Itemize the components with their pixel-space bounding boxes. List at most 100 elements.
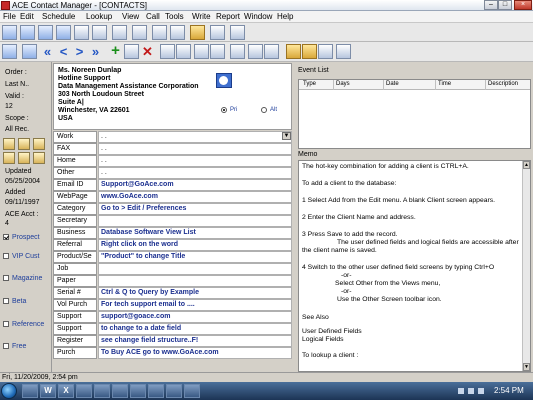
person-icon[interactable] [18, 152, 30, 164]
field-label[interactable]: Other [53, 167, 97, 179]
tag-icon[interactable] [33, 138, 45, 150]
column-days[interactable]: Days [333, 80, 383, 90]
sort-icon[interactable] [210, 44, 225, 59]
maximize-button[interactable]: □ [498, 0, 512, 10]
field-label[interactable]: Job [53, 263, 97, 275]
field-label[interactable]: Secretary [53, 215, 97, 227]
save-icon[interactable] [2, 44, 17, 59]
field-label[interactable]: Business [53, 227, 97, 239]
next-record-icon[interactable]: > [72, 44, 87, 59]
edit-icon[interactable] [74, 25, 89, 40]
field-label[interactable]: Support [53, 323, 97, 335]
note-icon[interactable] [336, 44, 351, 59]
field-value[interactable]: to change to a date field [98, 323, 292, 335]
menu-tools[interactable]: Tools [165, 12, 184, 22]
field-label[interactable]: Purch [53, 347, 97, 359]
alt-address-radio[interactable] [261, 107, 267, 113]
field-label[interactable]: Product/Se [53, 251, 97, 263]
field-label[interactable]: Paper [53, 275, 97, 287]
field-label[interactable]: FAX [53, 143, 97, 155]
user-icon[interactable] [210, 25, 225, 40]
field-value[interactable]: "Product" to change Title [98, 251, 292, 263]
menu-edit[interactable]: Edit [20, 12, 34, 22]
beta-checkbox[interactable] [3, 298, 9, 304]
menu-lookup[interactable]: Lookup [86, 12, 112, 22]
export-icon[interactable] [318, 44, 333, 59]
calendar-icon[interactable] [264, 44, 279, 59]
scroll-up-icon[interactable]: ▲ [523, 161, 530, 169]
field-value[interactable]: . . [98, 155, 292, 167]
letter-icon[interactable] [286, 44, 301, 59]
field-label[interactable]: Register [53, 335, 97, 347]
book-icon[interactable] [3, 152, 15, 164]
vip-cust-checkbox[interactable] [3, 253, 9, 259]
wrench-icon[interactable] [112, 25, 127, 40]
menu-view[interactable]: View [122, 12, 139, 22]
taskbar-excel-icon[interactable]: X [58, 384, 74, 398]
taskbar-app-icon[interactable] [94, 384, 110, 398]
menu-file[interactable]: File [3, 12, 16, 22]
primary-address-radio[interactable] [221, 107, 227, 113]
volume-icon[interactable] [478, 388, 484, 394]
taskbar-app-icon[interactable] [148, 384, 164, 398]
network-icon[interactable] [468, 388, 474, 394]
field-label[interactable]: Email ID [53, 179, 97, 191]
field-label[interactable]: Work [53, 131, 97, 143]
field-value[interactable]: For tech support email to .... [98, 299, 292, 311]
taskbar-app-icon[interactable] [112, 384, 128, 398]
clock-icon[interactable] [216, 73, 232, 88]
start-button[interactable] [1, 383, 17, 399]
last-record-icon[interactable]: » [88, 44, 103, 59]
field-value[interactable]: Right click on the word [98, 239, 292, 251]
menu-window[interactable]: Window [244, 12, 272, 22]
field-value[interactable]: . . [98, 167, 292, 179]
field-label[interactable]: Serial # [53, 287, 97, 299]
address-block[interactable]: Ms. Noreen Dunlap Hotline Support Data M… [53, 63, 292, 130]
record-icon[interactable] [2, 25, 17, 40]
globe-icon[interactable] [132, 25, 147, 40]
field-label[interactable]: Home [53, 155, 97, 167]
envelope-icon[interactable] [170, 25, 185, 40]
event-list[interactable]: Type Days Date Time Description [298, 79, 531, 149]
folder-icon[interactable] [33, 152, 45, 164]
field-value[interactable] [98, 215, 292, 227]
info-icon[interactable] [152, 25, 167, 40]
menu-call[interactable]: Call [146, 12, 160, 22]
menu-report[interactable]: Report [216, 12, 240, 22]
close-button[interactable]: × [514, 0, 532, 10]
open-folder-icon[interactable] [302, 44, 317, 59]
field-value[interactable]: see change field structure..F! [98, 335, 292, 347]
folder-icon[interactable] [190, 25, 205, 40]
print-icon[interactable] [230, 44, 245, 59]
field-value[interactable]: Database Software View List [98, 227, 292, 239]
menu-write[interactable]: Write [192, 12, 211, 22]
scroll-down-icon[interactable]: ▼ [523, 363, 530, 371]
field-value[interactable]: Support@GoAce.com [98, 179, 292, 191]
column-description[interactable]: Description [485, 80, 530, 90]
grid-icon[interactable] [56, 25, 71, 40]
taskbar-word-icon[interactable]: W [40, 384, 56, 398]
memo-scrollbar[interactable]: ▲ ▼ [522, 161, 530, 371]
field-label[interactable]: Category [53, 203, 97, 215]
edit-record-icon[interactable] [124, 44, 139, 59]
phone-type-dropdown-icon[interactable]: ▼ [282, 132, 291, 140]
search-icon[interactable] [160, 44, 175, 59]
phone-icon[interactable] [248, 44, 263, 59]
taskbar-app-icon[interactable] [166, 384, 182, 398]
field-value[interactable]: Ctrl & Q to Query by Example [98, 287, 292, 299]
memo-text-area[interactable]: The hot-key combination for adding a cli… [298, 160, 531, 372]
chart-icon[interactable] [230, 25, 245, 40]
first-record-icon[interactable]: « [40, 44, 55, 59]
previous-record-icon[interactable]: < [56, 44, 71, 59]
column-type[interactable]: Type [301, 80, 333, 90]
taskbar-clock[interactable]: 2:54 PM [494, 386, 524, 396]
field-value[interactable]: . . [98, 131, 292, 143]
field-value[interactable]: To Buy ACE go to www.GoAce.com [98, 347, 292, 359]
free-checkbox[interactable] [3, 343, 9, 349]
link-icon[interactable] [194, 44, 209, 59]
taskbar-app-icon[interactable] [22, 384, 38, 398]
taskbar-app-icon[interactable] [130, 384, 146, 398]
field-value[interactable]: support@goace.com [98, 311, 292, 323]
taskbar-app-icon[interactable] [184, 384, 200, 398]
tray-icon[interactable] [458, 388, 464, 394]
